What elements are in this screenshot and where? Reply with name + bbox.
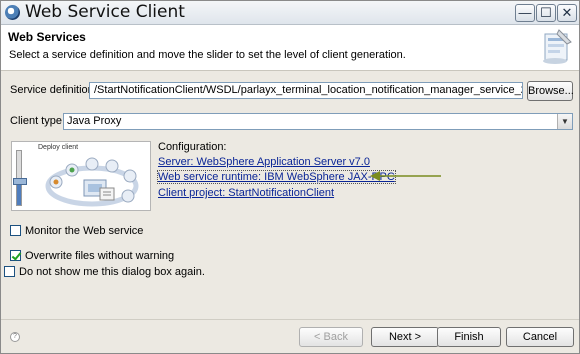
button-bar-divider (1, 319, 579, 320)
deploy-client-label: Deploy client (38, 144, 79, 151)
client-type-value: Java Proxy (67, 115, 122, 127)
finish-button[interactable]: Finish (437, 327, 501, 347)
overwrite-checkbox[interactable] (10, 250, 21, 261)
header-banner: Web Services Select a service definition… (1, 25, 579, 71)
help-icon[interactable]: ? (10, 332, 20, 342)
web-services-wizard-icon (543, 29, 572, 64)
back-button[interactable]: < Back (299, 327, 363, 347)
slider-thumb[interactable] (13, 177, 27, 185)
deploy-client-panel: Deploy client (11, 141, 151, 211)
monitor-label: Monitor the Web service (25, 225, 144, 237)
chevron-down-icon[interactable]: ▼ (557, 114, 572, 129)
monitor-checkbox[interactable] (10, 225, 21, 236)
title-bar: Web Service Client — ☐ ✕ (1, 1, 579, 25)
client-type-label: Client type: (10, 115, 66, 127)
banner-title: Web Services (8, 30, 86, 44)
minimize-button[interactable]: — (515, 4, 535, 22)
server-link[interactable]: Server: WebSphere Application Server v7.… (158, 156, 370, 168)
banner-description: Select a service definition and move the… (9, 49, 406, 61)
client-type-select[interactable]: Java Proxy ▼ (63, 113, 573, 130)
configuration-title: Configuration: (158, 141, 227, 153)
browse-button[interactable]: Browse... (527, 81, 574, 101)
service-definition-label: Service definition: (10, 84, 97, 96)
window-title: Web Service Client (25, 2, 185, 22)
dont-show-checkbox[interactable] (4, 266, 15, 277)
next-button[interactable]: Next > (371, 327, 439, 347)
client-project-link[interactable]: Client project: StartNotificationClient (158, 187, 334, 199)
overwrite-label: Overwrite files without warning (25, 250, 175, 262)
web-service-client-dialog: Web Service Client — ☐ ✕ Web Services Se… (0, 0, 580, 354)
dont-show-label: Do not show me this dialog box again. (19, 266, 205, 278)
service-definition-field[interactable]: /StartNotificationClient/WSDL/parlayx_te… (89, 82, 523, 99)
cancel-button[interactable]: Cancel (506, 327, 574, 347)
web-service-runtime-link[interactable]: Web service runtime: IBM WebSphere JAX-R… (157, 170, 396, 184)
pointer-arrow (370, 171, 441, 181)
deploy-client-illustration (45, 157, 139, 207)
eclipse-icon (5, 5, 20, 20)
close-button[interactable]: ✕ (557, 4, 577, 22)
maximize-button[interactable]: ☐ (536, 4, 556, 22)
